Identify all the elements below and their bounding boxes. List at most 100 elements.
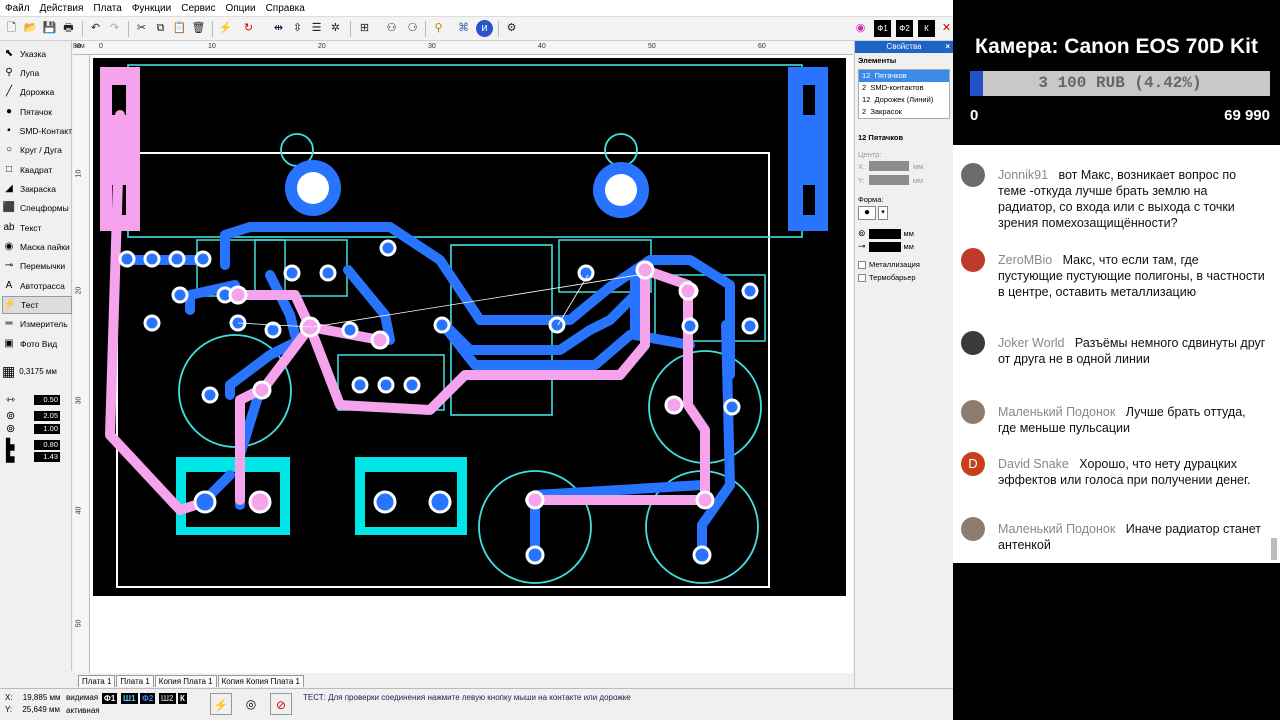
chat-scrollbar[interactable] <box>1271 538 1277 560</box>
magnifier-icon: ⚲ <box>5 67 13 78</box>
ungroup-icon[interactable]: ⚆ <box>404 20 421 37</box>
x-field[interactable] <box>869 161 910 171</box>
print-icon[interactable]: 🖶 <box>60 20 77 37</box>
element-list-item[interactable]: 2 Закрасок <box>859 106 949 118</box>
menu-functions[interactable]: Функции <box>127 3 176 14</box>
layer-k-icon[interactable]: К <box>918 20 935 37</box>
line-width-field[interactable]: 2.05 <box>34 411 60 421</box>
tool-circle[interactable]: ○ Круг / Дуга <box>2 141 72 159</box>
mirror-vertical-icon[interactable]: ⇳ <box>289 20 306 37</box>
layer-f1[interactable]: Ф1 <box>102 693 118 704</box>
x-coordinate-label: X: <box>5 693 13 702</box>
board-canvas[interactable] <box>90 55 853 673</box>
tool-track[interactable]: ╱ Дорожка <box>2 83 72 101</box>
menu-actions[interactable]: Действия <box>35 3 89 14</box>
tab-board-1b[interactable]: Плата 1 <box>116 675 154 687</box>
tool-square[interactable]: □ Квадрат <box>2 161 72 179</box>
stop-icon[interactable]: ⊘ <box>270 693 292 715</box>
tool-smd[interactable]: ▪ SMD-Контакт <box>2 122 72 140</box>
delete-icon[interactable]: 🗑 <box>190 20 207 37</box>
hole-diameter-field[interactable] <box>868 241 901 252</box>
tool-label: Измеритель <box>20 319 68 329</box>
menu-options[interactable]: Опции <box>220 3 260 14</box>
tool-label: Спецформы <box>20 203 69 213</box>
properties-title: Свойства <box>886 42 922 51</box>
element-list-item[interactable]: 12 Дорожек (Линий) <box>859 94 949 106</box>
tab-copy-board-1[interactable]: Копия Плата 1 <box>154 675 217 687</box>
group-icon[interactable]: ⚇ <box>383 20 400 37</box>
line-width-field[interactable]: 0.50 <box>34 395 60 405</box>
align-icon[interactable]: ☰ <box>308 20 325 37</box>
target-icon[interactable]: ◎ <box>240 693 262 715</box>
new-file-icon[interactable]: 🗋 <box>3 20 20 37</box>
undo-icon[interactable]: ↶ <box>87 20 104 37</box>
tool-pad[interactable]: ● Пятачок <box>2 103 72 121</box>
menu-board[interactable]: Плата <box>88 3 126 14</box>
menu-service[interactable]: Сервис <box>176 3 220 14</box>
menu-file[interactable]: Файл <box>0 3 35 14</box>
test-tool-icon[interactable]: ⚡ <box>210 693 232 715</box>
track-icon: ╱ <box>5 86 13 97</box>
copy-icon[interactable]: ⧉ <box>152 20 169 37</box>
grid-size[interactable]: ▦ 0,3175 мм <box>2 362 70 380</box>
snap-icon[interactable]: ✲ <box>327 20 344 37</box>
tool-special-form[interactable]: ⬛ Спецформы <box>2 199 72 217</box>
close-icon[interactable]: × <box>945 41 950 53</box>
element-list-item[interactable]: 12 Пятачков <box>859 70 949 82</box>
pad-slot <box>803 85 815 115</box>
thermal-checkbox[interactable] <box>858 273 866 282</box>
element-list-item[interactable]: 2 SMD-контактов <box>859 82 949 94</box>
y-field[interactable] <box>868 175 909 185</box>
metallization-row: Металлизация <box>855 252 953 269</box>
line-width-field[interactable]: 0.80 <box>34 440 60 450</box>
pad-shape-icon[interactable]: ● <box>858 206 876 220</box>
cut-icon[interactable]: ✂ <box>133 20 150 37</box>
ruler-left-label: 40 <box>75 506 83 515</box>
layer-k[interactable]: К <box>178 693 187 704</box>
rotate-icon[interactable]: ↻ <box>240 20 257 37</box>
grid-icon: ▦ <box>2 362 16 379</box>
tool-jumper[interactable]: ⊸ Перемычки <box>2 257 72 275</box>
layer-f1-icon[interactable]: Ф1 <box>874 20 891 37</box>
line-width-field[interactable]: 1.43 <box>34 452 60 462</box>
special-form-icon: ⬛ <box>2 202 16 213</box>
tool-meter[interactable]: ═ Измеритель <box>2 315 72 333</box>
elements-list[interactable]: 12 Пятачков 2 SMD-контактов 12 Дорожек (Ли… <box>858 69 950 119</box>
layer-icon[interactable]: ⊞ <box>356 20 373 37</box>
settings-gear-icon[interactable]: ⚙ <box>503 20 520 37</box>
zoom-icon[interactable]: ⚲ <box>430 20 447 37</box>
color-icon[interactable]: ◉ <box>852 20 869 37</box>
tool-text[interactable]: ab Текст <box>2 219 72 237</box>
auto-icon[interactable]: ⚡ <box>217 20 234 37</box>
connection-icon[interactable]: ⌘ <box>455 20 472 37</box>
layer-f2[interactable]: Ф2 <box>140 693 156 704</box>
chat-message-text: David Snake Хорошо, что нету дурацких эф… <box>998 456 1266 488</box>
tool-photo[interactable]: ▣ Фото Вид <box>2 335 72 353</box>
menu-help[interactable]: Справка <box>261 3 310 14</box>
chevron-down-icon[interactable]: ▾ <box>878 206 888 220</box>
redo-icon[interactable]: ↷ <box>106 20 123 37</box>
tool-pad-mask[interactable]: ◉ Маска пайки <box>2 238 72 256</box>
tool-cursor[interactable]: ⬉ Указка <box>2 45 72 63</box>
tool-test[interactable]: ⚡ Тест <box>2 296 72 314</box>
tool-fill[interactable]: ◢ Закраска <box>2 180 72 198</box>
tab-copy-copy-board-1[interactable]: Копия Копия Плата 1 <box>217 675 304 687</box>
layer-f2-icon[interactable]: Ф2 <box>896 20 913 37</box>
paste-icon[interactable]: 📋 <box>171 20 188 37</box>
element-count: 12 <box>862 71 871 80</box>
open-folder-icon[interactable]: 📂 <box>22 20 39 37</box>
pcb-board[interactable] <box>90 55 853 673</box>
layer-sh2[interactable]: Ш2 <box>159 693 176 704</box>
toolbar-separator <box>82 21 83 37</box>
tab-board-1[interactable]: Плата 1 <box>78 675 116 687</box>
tool-autoroute[interactable]: A Автотрасса <box>2 277 72 295</box>
metallization-checkbox[interactable] <box>858 260 866 269</box>
info-icon[interactable]: и <box>476 20 493 37</box>
save-icon[interactable]: 💾 <box>41 20 58 37</box>
tool-magnifier[interactable]: ⚲ Лупа <box>2 64 72 82</box>
line-width-field[interactable]: 1.00 <box>34 424 60 434</box>
outer-diameter-field[interactable] <box>868 228 901 239</box>
layer-sh1[interactable]: Ш1 <box>121 693 138 704</box>
ruler-top: мм 0 10 20 30 40 50 60 80 <box>73 41 853 55</box>
mirror-horizontal-icon[interactable]: ⇹ <box>270 20 287 37</box>
